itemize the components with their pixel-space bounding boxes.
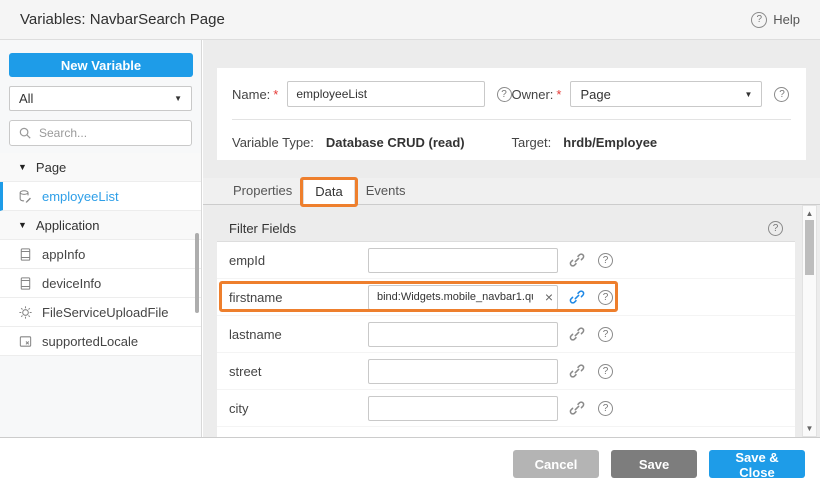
tree-item-deviceinfo[interactable]: deviceInfo bbox=[0, 269, 201, 298]
variable-type-value: Database CRUD (read) bbox=[326, 135, 465, 150]
divider bbox=[232, 119, 791, 120]
target-label: Target: bbox=[512, 135, 552, 150]
bind-link-icon[interactable] bbox=[569, 252, 585, 268]
variable-type-label: Variable Type: bbox=[232, 135, 314, 150]
help-circle-icon: ? bbox=[751, 12, 767, 28]
device-icon bbox=[18, 247, 33, 262]
name-label: Name: bbox=[232, 87, 270, 102]
bind-link-icon[interactable] bbox=[569, 289, 585, 305]
empid-input[interactable] bbox=[368, 248, 558, 273]
chevron-down-icon: ▼ bbox=[745, 90, 753, 99]
variables-dialog: Variables: NavbarSearch Page ? Help New … bbox=[0, 0, 820, 490]
tree-item-label: deviceInfo bbox=[42, 276, 101, 291]
filter-row-firstname: firstname × ? bbox=[217, 279, 795, 316]
field-label: firstname bbox=[229, 290, 368, 305]
database-icon bbox=[18, 189, 33, 204]
tree-item-label: supportedLocale bbox=[42, 334, 138, 349]
street-input[interactable] bbox=[368, 359, 558, 384]
tab-data[interactable]: Data bbox=[303, 178, 354, 205]
required-marker: * bbox=[556, 87, 561, 102]
chevron-down-icon: ▼ bbox=[174, 94, 182, 103]
filter-row-empid: empId ? bbox=[217, 242, 795, 279]
help-link[interactable]: ? Help bbox=[751, 12, 800, 28]
tree-collapse-icon: ▼ bbox=[18, 220, 27, 230]
help-label: Help bbox=[773, 12, 800, 27]
field-help-icon[interactable]: ? bbox=[598, 364, 613, 379]
tree-item-supportedlocale[interactable]: supportedLocale bbox=[0, 327, 201, 356]
variable-name-input[interactable] bbox=[287, 81, 484, 107]
dialog-footer: Cancel Save Save & Close bbox=[0, 437, 820, 490]
tab-properties[interactable]: Properties bbox=[222, 178, 303, 205]
page-title: Variables: NavbarSearch Page bbox=[20, 11, 225, 28]
save-and-close-button[interactable]: Save & Close bbox=[709, 450, 805, 478]
city-input[interactable] bbox=[368, 396, 558, 421]
variable-filter-value: All bbox=[19, 91, 33, 106]
tree-item-label: FileServiceUploadFile bbox=[42, 305, 168, 320]
target-value: hrdb/Employee bbox=[563, 135, 657, 150]
tab-data-label: Data bbox=[315, 184, 342, 199]
filter-fields-header: Filter Fields ? bbox=[217, 215, 795, 242]
owner-value: Page bbox=[580, 87, 610, 102]
filter-row-lastname: lastname ? bbox=[217, 316, 795, 353]
filter-fields-panel: Filter Fields ? empId ? firstname × bbox=[217, 215, 795, 437]
bind-link-icon[interactable] bbox=[569, 326, 585, 342]
scroll-up-icon[interactable]: ▲ bbox=[803, 209, 816, 218]
field-label: lastname bbox=[229, 327, 368, 342]
variable-search[interactable] bbox=[9, 120, 192, 146]
gear-icon bbox=[18, 305, 33, 320]
tree-item-label: employeeList bbox=[42, 189, 119, 204]
lastname-input[interactable] bbox=[368, 322, 558, 347]
scroll-down-icon[interactable]: ▼ bbox=[803, 424, 816, 433]
variable-filter-dropdown[interactable]: All ▼ bbox=[9, 86, 192, 111]
firstname-input[interactable] bbox=[368, 285, 558, 310]
tree-item-appinfo[interactable]: appInfo bbox=[0, 240, 201, 269]
required-marker: * bbox=[273, 87, 278, 102]
sidebar-scrollbar[interactable] bbox=[195, 233, 199, 313]
search-input[interactable] bbox=[39, 126, 194, 140]
tab-events[interactable]: Events bbox=[355, 178, 417, 205]
clear-binding-icon[interactable]: × bbox=[545, 288, 553, 306]
locale-icon bbox=[18, 334, 33, 349]
content-scrollbar[interactable]: ▲ ▼ bbox=[802, 205, 817, 437]
device-icon bbox=[18, 276, 33, 291]
tree-group-label: Page bbox=[36, 160, 66, 175]
tree-group-application[interactable]: ▼ Application bbox=[0, 211, 201, 240]
filter-fields-title: Filter Fields bbox=[229, 221, 296, 236]
tree-group-label: Application bbox=[36, 218, 100, 233]
search-icon bbox=[18, 126, 33, 141]
filter-row-city: city ? bbox=[217, 390, 795, 427]
tree-item-employeelist[interactable]: employeeList bbox=[0, 182, 201, 211]
tree-item-fileserviceuploadfile[interactable]: FileServiceUploadFile bbox=[0, 298, 201, 327]
field-help-icon[interactable]: ? bbox=[598, 290, 613, 305]
field-label: street bbox=[229, 364, 368, 379]
owner-dropdown[interactable]: Page ▼ bbox=[570, 81, 762, 107]
variable-tree: ▼ Page employeeList ▼ Application appInf… bbox=[0, 153, 201, 356]
tree-collapse-icon: ▼ bbox=[18, 162, 27, 172]
filter-row-street: street ? bbox=[217, 353, 795, 390]
save-button[interactable]: Save bbox=[611, 450, 697, 478]
field-help-icon[interactable]: ? bbox=[598, 253, 613, 268]
field-help-icon[interactable]: ? bbox=[598, 327, 613, 342]
field-label: empId bbox=[229, 253, 368, 268]
field-help-icon[interactable]: ? bbox=[598, 401, 613, 416]
variables-sidebar: New Variable All ▼ ▼ Page employeeList bbox=[0, 40, 202, 437]
variable-info-panel: Name: * ? Owner: * Page ▼ ? bbox=[217, 68, 806, 160]
bind-link-icon[interactable] bbox=[569, 363, 585, 379]
tree-item-label: appInfo bbox=[42, 247, 85, 262]
owner-help-icon[interactable]: ? bbox=[774, 87, 789, 102]
name-help-icon[interactable]: ? bbox=[497, 87, 512, 102]
bind-link-icon[interactable] bbox=[569, 400, 585, 416]
tree-group-page[interactable]: ▼ Page bbox=[0, 153, 201, 182]
dialog-header: Variables: NavbarSearch Page ? Help bbox=[0, 0, 820, 40]
variable-detail-pane: Name: * ? Owner: * Page ▼ ? bbox=[203, 40, 820, 437]
new-variable-button[interactable]: New Variable bbox=[9, 53, 193, 77]
field-label: city bbox=[229, 401, 368, 416]
cancel-button[interactable]: Cancel bbox=[513, 450, 599, 478]
detail-tabs: Properties Data Events bbox=[203, 178, 820, 205]
owner-label: Owner: bbox=[512, 87, 554, 102]
filter-fields-help-icon[interactable]: ? bbox=[768, 221, 783, 236]
scrollbar-thumb[interactable] bbox=[805, 220, 814, 275]
